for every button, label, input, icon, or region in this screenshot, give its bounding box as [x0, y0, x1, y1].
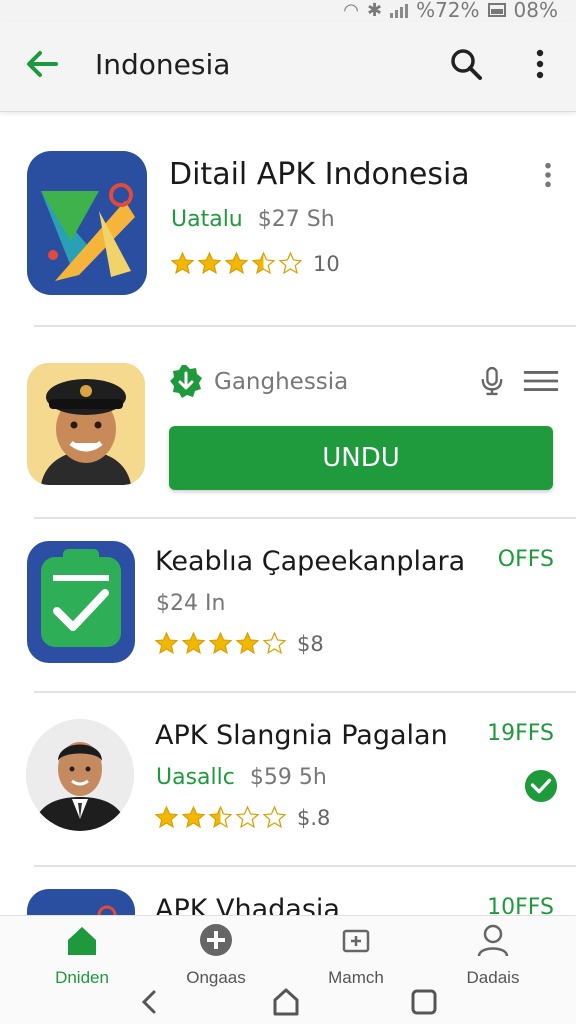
bluetooth-icon: ✱: [366, 0, 383, 21]
nav-item-match[interactable]: Mamch: [296, 922, 416, 988]
app-bar: Indonesia: [0, 22, 576, 112]
list-item[interactable]: APK Slangnia Pagalan 19FFS Uasallc $59 5…: [0, 693, 576, 865]
nav-item-profile[interactable]: Dadais: [433, 922, 553, 988]
star-full-icon: [154, 631, 179, 655]
list-item[interactable]: Ditail APK Indonesia Uatalu $27 Sh 10: [0, 113, 576, 325]
system-recents-icon[interactable]: [408, 986, 440, 1018]
star-rating: $8: [154, 631, 324, 656]
list-view-icon[interactable]: [522, 369, 560, 393]
app-icon: [27, 541, 135, 663]
page-title: Indonesia: [95, 48, 231, 81]
star-full-icon: [235, 631, 260, 655]
app-list: Ditail APK Indonesia Uatalu $27 Sh 10 Ga…: [0, 113, 576, 915]
verified-check-icon: [524, 769, 558, 803]
star-full-icon: [181, 631, 206, 655]
discount-tag: 19FFS: [487, 721, 554, 746]
nav-label: Mamch: [328, 968, 384, 987]
app-icon: [27, 889, 135, 915]
battery-icon: [487, 3, 506, 17]
back-arrow-icon[interactable]: [22, 44, 62, 84]
overflow-menu-icon[interactable]: [526, 46, 554, 82]
developer-name: Uasallc: [156, 765, 235, 790]
app-price: $59 5h: [249, 765, 327, 790]
search-icon[interactable]: [448, 46, 484, 82]
microphone-icon[interactable]: [480, 365, 504, 397]
star-empty-icon: [262, 631, 287, 655]
star-rating: 10: [170, 251, 340, 276]
battery-percent-left: %72%: [416, 0, 480, 22]
app-subtitle: Uatalu $27 Sh: [171, 207, 335, 232]
app-name: Ditail APK Indonesia: [169, 157, 470, 192]
home-icon: [68, 927, 96, 955]
star-half-icon: [251, 251, 276, 275]
nav-label: Dniden: [55, 968, 109, 987]
item-more-icon[interactable]: [542, 161, 554, 189]
star-full-icon: [208, 631, 233, 655]
system-back-icon[interactable]: [134, 986, 166, 1018]
star-half-icon: [208, 805, 233, 829]
app-name: Keablıa Çapeekanplara: [155, 546, 466, 577]
nav-item-add[interactable]: Ongaas: [156, 922, 276, 988]
wifi-icon: ◠: [343, 0, 359, 21]
app-icon: [27, 151, 147, 295]
app-icon: [27, 363, 145, 485]
star-empty-icon: [235, 805, 260, 829]
rating-count: $8: [297, 631, 324, 656]
app-name: APK Vhadasia: [155, 894, 340, 915]
star-full-icon: [224, 251, 249, 275]
add-box-icon: [342, 929, 370, 953]
person-icon: [477, 924, 509, 957]
rating-count: 10: [313, 251, 340, 276]
star-full-icon: [197, 251, 222, 275]
app-price: $27 Sh: [257, 207, 335, 232]
nav-label: Ongaas: [186, 968, 246, 987]
app-name: APK Slangnia Pagalan: [155, 720, 448, 751]
app-price: $24 In: [156, 591, 226, 616]
app-subtitle: Uasallc $59 5h: [156, 765, 327, 790]
bottom-navigation: Dniden Ongaas Mamch Dadais: [0, 915, 576, 1024]
star-full-icon: [154, 805, 179, 829]
list-item[interactable]: Ganghessia UNDU: [0, 327, 576, 517]
star-empty-icon: [278, 251, 303, 275]
discount-tag: OFFS: [497, 547, 554, 572]
star-full-icon: [181, 805, 206, 829]
nav-label: Dadais: [466, 968, 520, 987]
developer-name: Ganghessia: [214, 369, 349, 395]
add-circle-icon: [200, 924, 232, 956]
install-button[interactable]: UNDU: [169, 426, 553, 490]
rating-count: $.8: [297, 805, 331, 830]
battery-percent-right: 08%: [513, 0, 558, 22]
star-rating: $.8: [154, 805, 330, 830]
developer-avatar: [26, 719, 134, 831]
star-empty-icon: [262, 805, 287, 829]
verified-badge-icon: [170, 365, 202, 398]
system-home-icon[interactable]: [270, 986, 302, 1018]
status-icons: ◠ ✱ %72% 08%: [343, 0, 558, 22]
star-full-icon: [170, 251, 195, 275]
nav-item-home[interactable]: Dniden: [22, 922, 142, 988]
list-item[interactable]: APK Vhadasia 10FFS: [0, 867, 576, 915]
developer-name: Uatalu: [171, 207, 243, 232]
signal-icon: [390, 2, 409, 18]
status-bar: ◠ ✱ %72% 08%: [0, 0, 576, 22]
list-item[interactable]: Keablıa Çapeekanplara OFFS $24 In $8: [0, 519, 576, 691]
discount-tag: 10FFS: [487, 895, 554, 915]
